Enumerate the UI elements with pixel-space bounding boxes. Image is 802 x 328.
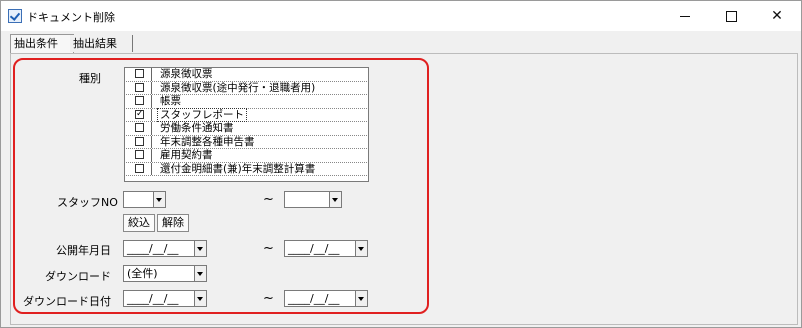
publish-date-from-value: ____/__/__: [127, 242, 179, 255]
download-value: (全件): [127, 267, 158, 280]
list-item[interactable]: 源泉徴収票(途中発行・退職者用): [126, 81, 367, 95]
list-item[interactable]: 労働条件通知書: [126, 122, 367, 136]
tab-label: 抽出結果: [73, 37, 117, 50]
chevron-down-icon[interactable]: [329, 192, 341, 207]
type-label: 種別: [79, 72, 101, 85]
checkbox[interactable]: [135, 150, 144, 159]
list-item[interactable]: 帳票: [126, 95, 367, 109]
range-tilde: ~: [263, 192, 274, 207]
publish-date-to-picker[interactable]: ____/__/__: [284, 240, 368, 257]
chevron-down-icon[interactable]: [153, 192, 165, 207]
download-date-from-picker[interactable]: ____/__/__: [123, 290, 207, 307]
checkbox[interactable]: [135, 82, 144, 92]
tab-extraction-conditions[interactable]: 抽出条件: [10, 34, 74, 54]
list-item[interactable]: 源泉徴収票: [126, 68, 367, 82]
close-icon: ✕: [771, 8, 783, 24]
download-label: ダウンロード: [45, 270, 111, 283]
narrow-button[interactable]: 絞込: [123, 214, 155, 232]
list-item[interactable]: 還付金明細書(兼)年末調整計算書: [126, 162, 367, 176]
chevron-down-icon[interactable]: [194, 266, 206, 281]
range-tilde: ~: [263, 291, 274, 306]
item-label: 源泉徴収票: [160, 68, 213, 80]
app-icon: [8, 9, 22, 23]
download-date-to-picker[interactable]: ____/__/__: [284, 290, 368, 307]
checkbox[interactable]: [135, 136, 144, 146]
title-bar: ドキュメント削除 ✕: [1, 1, 801, 31]
staff-no-to-select[interactable]: [284, 191, 342, 208]
release-button[interactable]: 解除: [157, 214, 189, 232]
list-item[interactable]: 年末調整各種申告書: [126, 135, 367, 149]
list-item[interactable]: ✓ スタッフレポート: [126, 107, 367, 122]
chevron-down-icon[interactable]: [355, 241, 367, 256]
item-label: 帳票: [160, 95, 181, 107]
item-label: 雇用契約書: [160, 149, 213, 161]
download-date-to-value: ____/__/__: [288, 292, 340, 305]
item-label: 労働条件通知書: [160, 122, 234, 134]
type-checklist[interactable]: 源泉徴収票 源泉徴収票(途中発行・退職者用) 帳票 ✓ スタッフレポート 労働条件…: [124, 67, 369, 182]
chevron-down-icon[interactable]: [194, 241, 206, 256]
download-select[interactable]: (全件): [123, 265, 207, 282]
range-tilde: ~: [263, 241, 274, 256]
staff-no-from-select[interactable]: [123, 191, 166, 208]
publish-date-label: 公開年月日: [56, 244, 111, 257]
item-label: 源泉徴収票(途中発行・退職者用): [160, 81, 316, 94]
maximize-button[interactable]: [708, 1, 754, 31]
publish-date-from-picker[interactable]: ____/__/__: [123, 240, 207, 257]
document-delete-window: ドキュメント削除 ✕ 抽出条件 抽出結果 種別 源泉徴収票 源泉徴収票(途中発行…: [0, 0, 802, 328]
chevron-down-icon[interactable]: [194, 291, 206, 306]
checkbox-checked[interactable]: ✓: [135, 109, 144, 119]
checkbox[interactable]: [135, 123, 144, 132]
minimize-button[interactable]: [662, 1, 708, 31]
staff-no-label: スタッフNO: [57, 196, 118, 209]
download-date-from-value: ____/__/__: [127, 292, 179, 305]
checkbox[interactable]: [135, 163, 144, 173]
checkbox[interactable]: [135, 96, 144, 105]
item-label: 還付金明細書(兼)年末調整計算書: [160, 162, 316, 175]
list-item[interactable]: 雇用契約書: [126, 149, 367, 163]
publish-date-to-value: ____/__/__: [288, 242, 340, 255]
download-date-label: ダウンロード日付: [23, 295, 111, 308]
item-label: スタッフレポート: [157, 107, 247, 122]
tab-extraction-results[interactable]: 抽出結果: [70, 35, 133, 52]
chevron-down-icon[interactable]: [355, 291, 367, 306]
minimize-icon: [680, 15, 690, 17]
tab-label: 抽出条件: [14, 37, 58, 50]
checkbox[interactable]: [135, 69, 144, 78]
window-title: ドキュメント削除: [27, 11, 115, 24]
close-button[interactable]: ✕: [754, 1, 800, 31]
item-label: 年末調整各種申告書: [160, 135, 255, 148]
maximize-icon: [725, 10, 737, 22]
